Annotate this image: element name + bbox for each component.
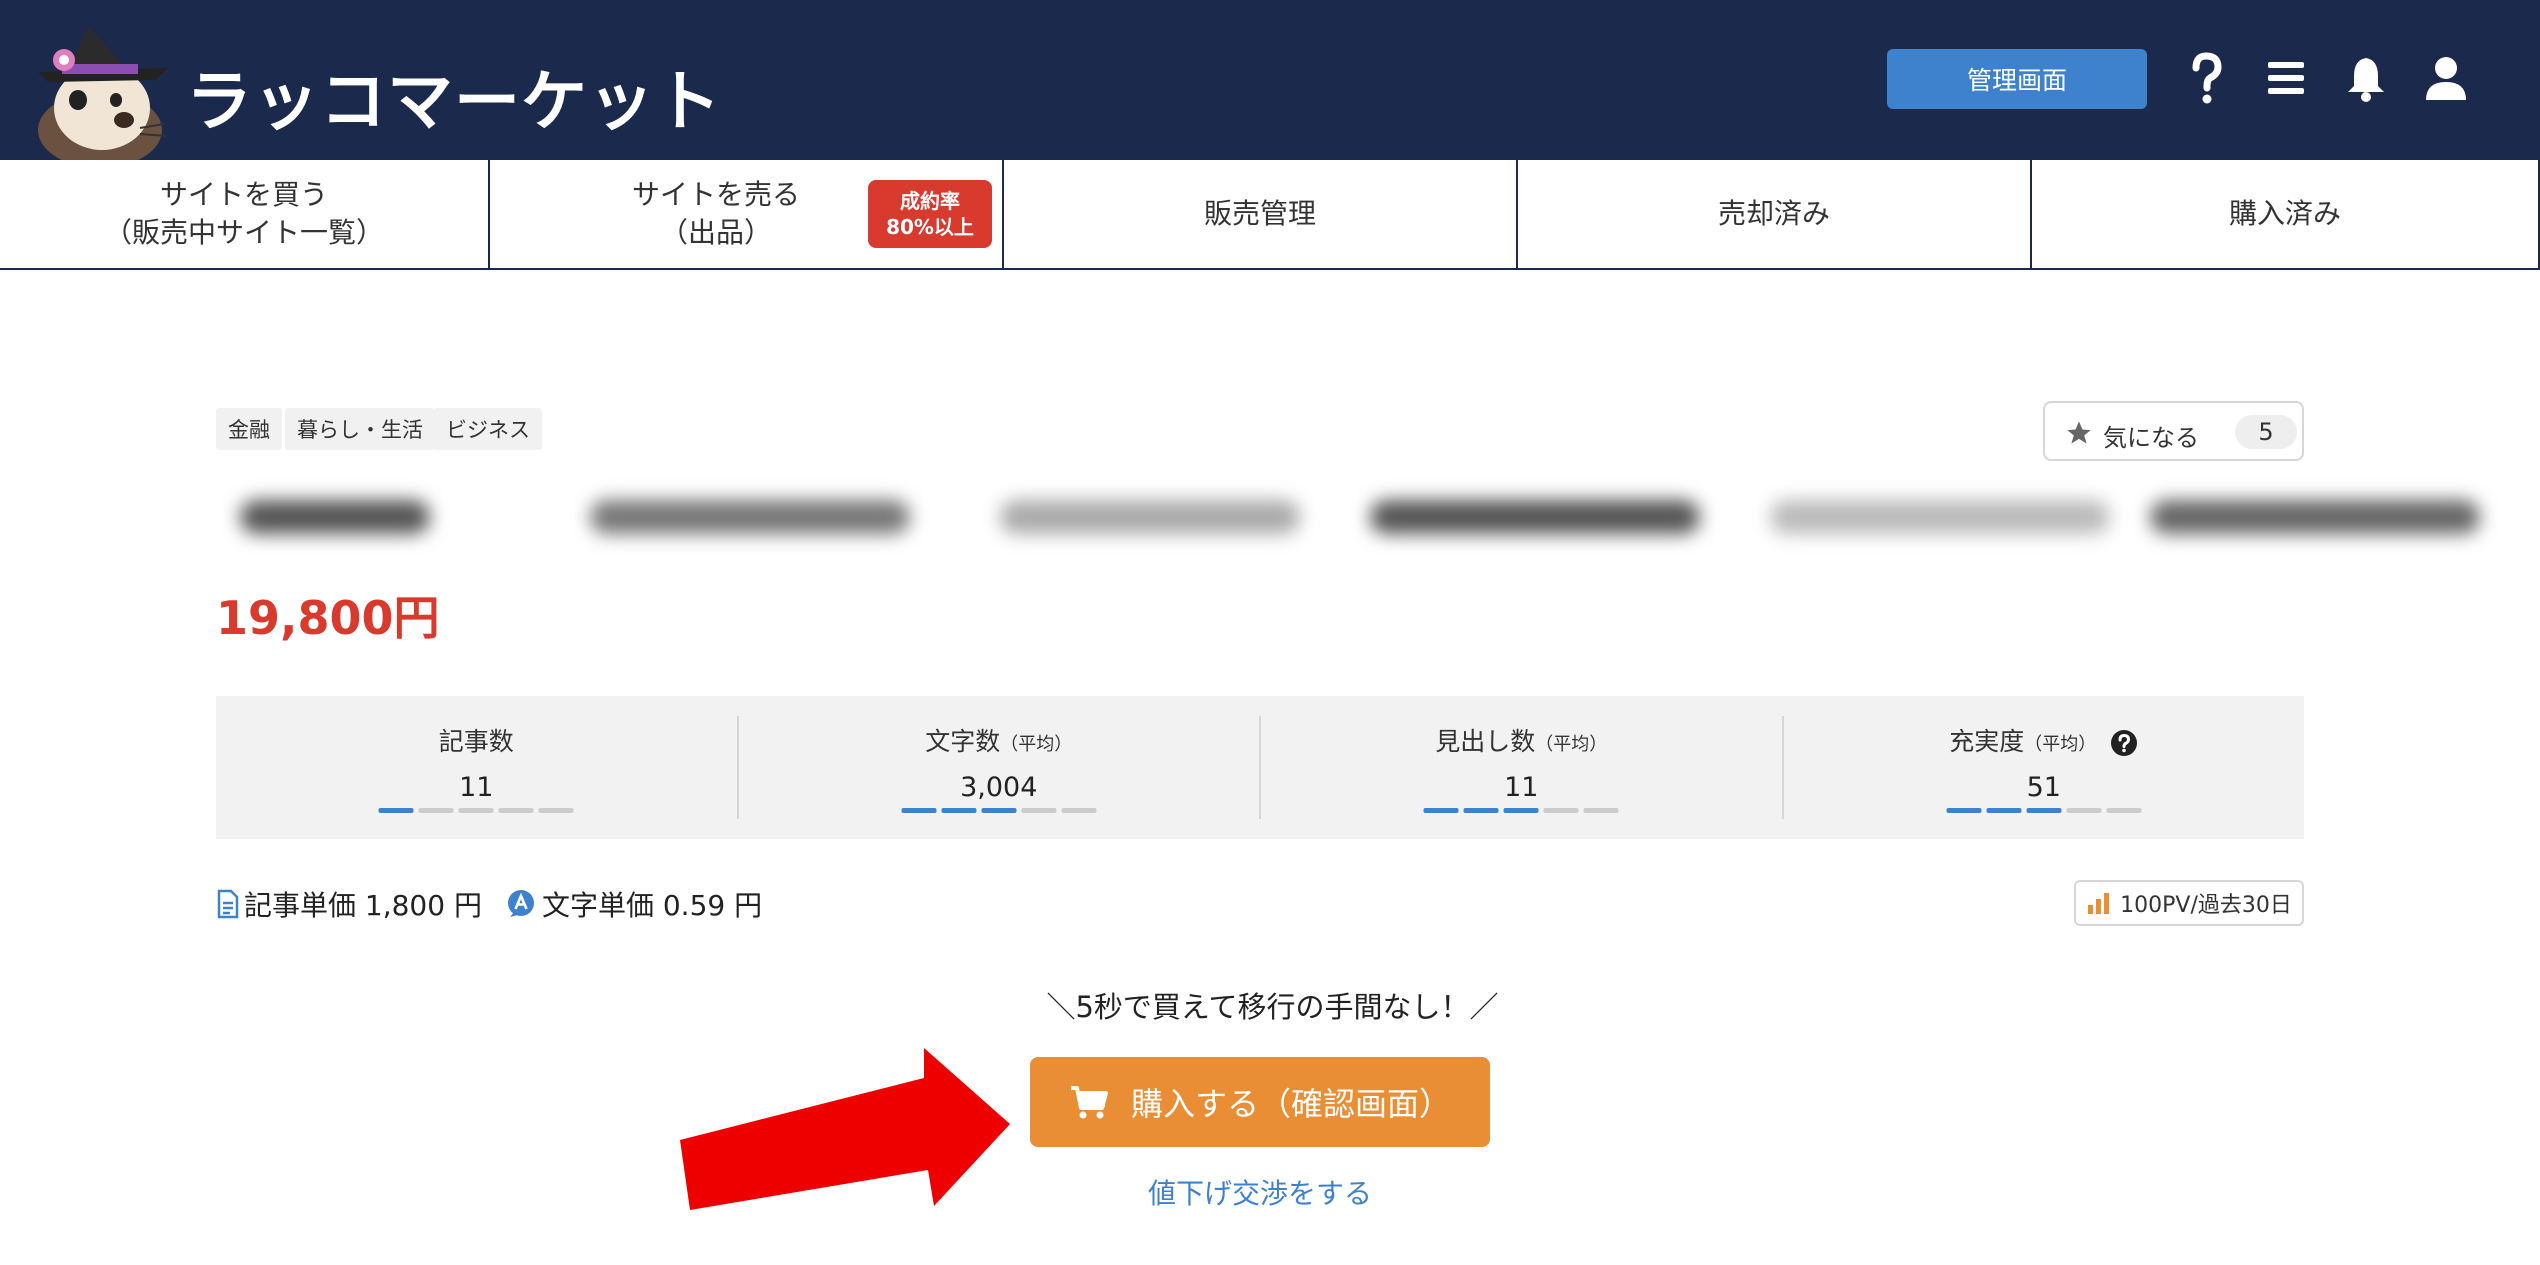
nav-purchased[interactable]: 購入済み xyxy=(2032,160,2540,268)
red-arrow-annotation xyxy=(680,1048,1010,1210)
nav-buy-sites-label: サイトを買う xyxy=(159,178,328,212)
unit-prices: 記事単価 1,800 円 文字単価 0.59 円 xyxy=(216,884,762,924)
category-tag[interactable]: ビジネス xyxy=(434,408,542,450)
buy-button-label: 購入する（確認画面） xyxy=(1130,1085,1451,1123)
level-bar-segment xyxy=(378,808,414,813)
stat-value: 3,004 xyxy=(960,772,1038,803)
level-bar-segment xyxy=(941,808,977,813)
level-bar-segment xyxy=(498,808,534,813)
menu-icon[interactable] xyxy=(2262,50,2310,106)
level-bar-segment xyxy=(1543,808,1579,813)
stat-level-bars xyxy=(1946,808,2142,813)
stat-value: 11 xyxy=(459,772,494,803)
document-icon xyxy=(217,889,239,919)
level-bar-segment xyxy=(1986,808,2022,813)
char-unit-price: 文字単価 0.59 円 xyxy=(541,889,763,922)
level-bar-segment xyxy=(418,808,454,813)
admin-button[interactable]: 管理画面 xyxy=(1887,49,2147,109)
category-tag[interactable]: 金融 xyxy=(216,408,282,450)
stat-article-count: 記事数 11 xyxy=(216,716,739,819)
level-bar-segment xyxy=(2026,808,2062,813)
level-bar-segment xyxy=(1061,808,1097,813)
purchase-catchcopy: ＼5秒で買えて移行の手間なし！／ xyxy=(1046,990,1499,1024)
listing-title-redacted xyxy=(210,470,2480,560)
level-bar-segment xyxy=(1503,808,1539,813)
site-header: ラッコマーケット 管理画面 xyxy=(0,0,2540,160)
pageview-badge: 100PV/過去30日 xyxy=(2074,880,2304,926)
star-icon xyxy=(2067,421,2091,444)
stat-label-text: 見出し数 xyxy=(1435,727,1536,756)
nav-sell-site-label: サイトを売る xyxy=(631,178,800,212)
stat-label: 文字数（平均） xyxy=(739,722,1260,758)
conversion-rate-badge: 成約率 80%以上 xyxy=(868,180,992,248)
level-bar-segment xyxy=(1583,808,1619,813)
level-bar-segment xyxy=(538,808,574,813)
stat-value: 51 xyxy=(2026,772,2061,803)
bar-chart-icon xyxy=(2088,893,2110,914)
stat-char-count: 文字数（平均） 3,004 xyxy=(739,716,1261,819)
nav-sold[interactable]: 売却済み xyxy=(1518,160,2032,268)
stat-label: 充実度（平均） xyxy=(1784,722,2305,758)
stat-label-sub: （平均） xyxy=(1535,734,1608,755)
stats-panel: 記事数 11 文字数（平均） 3,004 見出し数（平均） 11 充実度（平均） xyxy=(216,696,2304,839)
level-bar-segment xyxy=(981,808,1017,813)
stat-level-bars xyxy=(1423,808,1619,813)
stat-label: 記事数 xyxy=(216,722,737,758)
stat-label-text: 充実度 xyxy=(1949,727,2025,756)
level-bar-segment xyxy=(901,808,937,813)
level-bar-segment xyxy=(1423,808,1459,813)
level-bar-segment xyxy=(2066,808,2102,813)
badge-line2: 80%以上 xyxy=(886,215,974,239)
stat-fulfillment: 充実度（平均） 51 xyxy=(1784,716,2305,819)
stat-label-text: 文字数 xyxy=(925,727,1001,756)
level-bar-segment xyxy=(458,808,494,813)
site-name[interactable]: ラッコマーケット xyxy=(186,48,722,144)
price: 19,800円 xyxy=(216,591,440,645)
stat-label-sub: （平均） xyxy=(2024,734,2097,755)
help-icon[interactable] xyxy=(2182,50,2230,106)
stat-label-text: 記事数 xyxy=(438,727,514,756)
stat-level-bars xyxy=(901,808,1097,813)
nav-sell-site-sublabel: （出品） xyxy=(659,216,772,249)
category-tag[interactable]: 暮らし・生活 xyxy=(285,408,435,450)
nav-buy-sites-sublabel: （販売中サイト一覧） xyxy=(103,216,384,249)
character-icon xyxy=(507,890,534,917)
help-circle-icon[interactable] xyxy=(2110,729,2138,757)
stat-level-bars xyxy=(378,808,574,813)
favorite-count: 5 xyxy=(2235,415,2297,449)
stat-label: 見出し数（平均） xyxy=(1261,722,1782,758)
buy-button[interactable]: 購入する（確認画面） xyxy=(1030,1057,1490,1147)
level-bar-segment xyxy=(2106,808,2142,813)
stat-heading-count: 見出し数（平均） 11 xyxy=(1261,716,1784,819)
level-bar-segment xyxy=(1021,808,1057,813)
favorite-button[interactable]: 気になる 5 xyxy=(2043,401,2304,461)
article-unit-price: 記事単価 1,800 円 xyxy=(244,889,482,922)
bell-icon[interactable] xyxy=(2342,50,2390,106)
user-icon[interactable] xyxy=(2422,50,2470,106)
otter-logo-icon[interactable] xyxy=(28,20,173,160)
pageview-text: 100PV/過去30日 xyxy=(2120,893,2292,918)
nav-sales-management[interactable]: 販売管理 xyxy=(1004,160,1518,268)
negotiate-price-link[interactable]: 値下げ交渉をする xyxy=(1090,1172,1430,1212)
stat-label-sub: （平均） xyxy=(1000,734,1073,755)
cart-icon xyxy=(1070,1086,1108,1119)
nav-buy-sites[interactable]: サイトを買う （販売中サイト一覧） xyxy=(0,160,490,268)
main-navigation: サイトを買う （販売中サイト一覧） サイトを売る （出品） 販売管理 売却済み … xyxy=(0,160,2540,270)
badge-line1: 成約率 xyxy=(900,189,960,213)
favorite-label: 気になる xyxy=(2103,424,2199,452)
stat-value: 11 xyxy=(1504,772,1539,803)
level-bar-segment xyxy=(1946,808,1982,813)
level-bar-segment xyxy=(1463,808,1499,813)
